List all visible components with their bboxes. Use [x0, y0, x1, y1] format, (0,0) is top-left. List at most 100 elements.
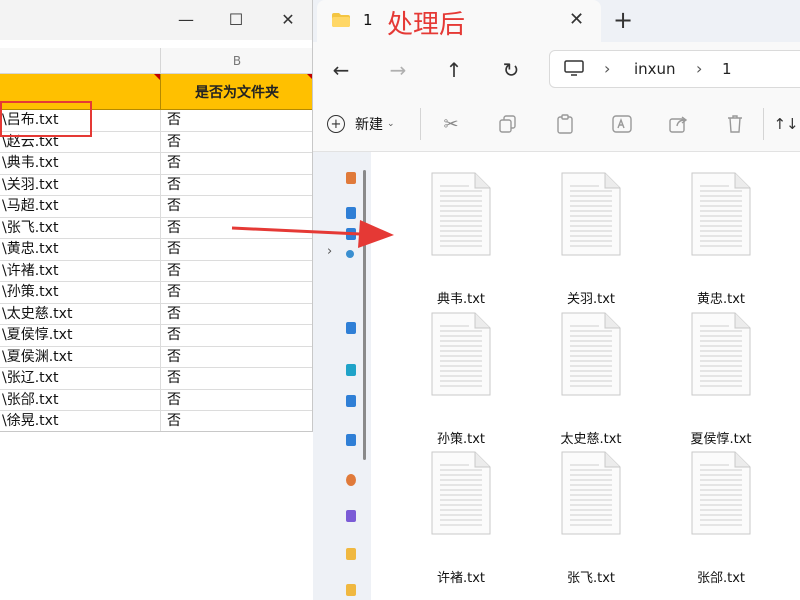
- arrow-right-icon: →: [389, 58, 407, 82]
- sidebar-item-icon[interactable]: [346, 172, 356, 184]
- back-button[interactable]: ←: [327, 56, 355, 84]
- overlay-title: 处理后: [387, 10, 466, 40]
- computer-icon: [564, 60, 584, 76]
- cell-is-folder[interactable]: 否: [160, 260, 312, 281]
- file-item[interactable]: 关羽.txt: [531, 164, 651, 307]
- navigation-bar: ← → ↑ ↻ › inxun › 1: [313, 42, 800, 96]
- cell-path[interactable]: \关羽.txt: [0, 175, 160, 196]
- sidebar-item-icon[interactable]: [346, 250, 354, 258]
- maximize-button[interactable]: ☐: [218, 4, 254, 34]
- cell-path[interactable]: \马超.txt: [0, 196, 160, 217]
- rename-button[interactable]: [610, 112, 634, 136]
- copy-button[interactable]: [496, 112, 520, 136]
- file-item[interactable]: 孙策.txt: [401, 304, 521, 447]
- text-file-icon: [691, 172, 751, 256]
- maximize-icon: ☐: [228, 9, 244, 29]
- cell-is-folder[interactable]: 否: [160, 368, 312, 389]
- sidebar-item-icon[interactable]: [346, 548, 356, 560]
- clipboard-icon: [557, 114, 573, 134]
- close-button[interactable]: ✕: [270, 4, 306, 34]
- cell-path[interactable]: \典韦.txt: [0, 153, 160, 174]
- text-file-icon: [691, 312, 751, 396]
- file-item[interactable]: 张飞.txt: [531, 443, 651, 586]
- cell-path[interactable]: \张辽.txt: [0, 368, 160, 389]
- cell-is-folder[interactable]: 否: [160, 153, 312, 174]
- file-item[interactable]: 张郃.txt: [661, 443, 781, 586]
- address-bar[interactable]: › inxun › 1: [549, 50, 800, 88]
- chevron-right-icon: ›: [604, 59, 611, 78]
- file-item[interactable]: 典韦.txt: [401, 164, 521, 307]
- cell-path[interactable]: \徐晃.txt: [0, 411, 160, 431]
- new-button[interactable]: + 新建 ⌄: [327, 110, 395, 138]
- cell-path[interactable]: \张郃.txt: [0, 390, 160, 411]
- new-label: 新建: [355, 117, 383, 133]
- sidebar-item-icon[interactable]: [346, 584, 356, 596]
- table-body: \吕布.txt 否 \赵云.txt 否 \典韦.txt 否 \关羽.txt 否 \马超.txt 否…: [0, 110, 312, 431]
- table-row: \太史慈.txt 否: [0, 303, 312, 325]
- rename-icon: [612, 115, 632, 133]
- refresh-icon: ↻: [502, 58, 520, 82]
- minimize-button[interactable]: —: [168, 4, 204, 34]
- table-row: \关羽.txt 否: [0, 174, 312, 196]
- table-row: \孙策.txt 否: [0, 282, 312, 304]
- file-item[interactable]: 黄忠.txt: [661, 164, 781, 307]
- cell-path[interactable]: \孙策.txt: [0, 282, 160, 303]
- cell-is-folder[interactable]: 否: [160, 110, 312, 131]
- cell-path[interactable]: \夏侯惇.txt: [0, 325, 160, 346]
- cell-path[interactable]: \黄忠.txt: [0, 239, 160, 260]
- table-row: \张辽.txt 否: [0, 368, 312, 390]
- sidebar-item-icon[interactable]: [346, 510, 356, 522]
- sidebar-item-icon[interactable]: [346, 434, 356, 446]
- cell-is-folder[interactable]: 否: [160, 346, 312, 367]
- close-icon: ✕: [281, 9, 295, 29]
- arrow-left-icon: ←: [332, 58, 350, 82]
- delete-button[interactable]: [723, 112, 747, 136]
- file-item[interactable]: 许褚.txt: [401, 443, 521, 586]
- explorer-window: 1 ✕ + ← → ↑ ↻ › inxun › 1 + 新建 ⌄ ✂ ↑↓ › …: [313, 0, 800, 600]
- cut-button[interactable]: ✂: [439, 112, 463, 136]
- cell-path[interactable]: \夏侯渊.txt: [0, 347, 160, 368]
- column-b-header[interactable]: B: [160, 48, 312, 74]
- file-name: 许褚.txt: [436, 571, 486, 586]
- cell-is-folder[interactable]: 否: [160, 174, 312, 195]
- sort-icon: ↑↓: [773, 115, 799, 133]
- cell-is-folder[interactable]: 否: [160, 389, 312, 410]
- divider: [420, 108, 421, 140]
- share-button[interactable]: [667, 112, 691, 136]
- cell-is-folder[interactable]: 否: [160, 325, 312, 346]
- cell-is-folder[interactable]: 否: [160, 131, 312, 152]
- cell-is-folder[interactable]: 否: [160, 282, 312, 303]
- sidebar-item-icon[interactable]: [346, 364, 356, 376]
- sort-button[interactable]: ↑↓: [773, 112, 799, 136]
- arrow-right-icon: [231, 220, 394, 248]
- minimize-icon: —: [178, 9, 194, 29]
- cell-path[interactable]: \张飞.txt: [0, 218, 160, 239]
- text-file-icon: [561, 172, 621, 256]
- up-button[interactable]: ↑: [440, 56, 468, 84]
- divider: [763, 108, 764, 140]
- trash-icon: [728, 115, 742, 133]
- tab-close-icon[interactable]: ✕: [569, 9, 584, 30]
- file-name: 张郃.txt: [696, 571, 746, 586]
- cell-is-folder[interactable]: 否: [160, 411, 312, 431]
- column-header-bar: B: [0, 48, 312, 74]
- file-item[interactable]: 太史慈.txt: [531, 304, 651, 447]
- refresh-button[interactable]: ↻: [497, 56, 525, 84]
- cell-path[interactable]: \太史慈.txt: [0, 304, 160, 325]
- sidebar-item-icon[interactable]: [346, 474, 356, 486]
- text-file-icon: [691, 451, 751, 535]
- file-item[interactable]: 夏侯惇.txt: [661, 304, 781, 447]
- forward-button[interactable]: →: [384, 56, 412, 84]
- cell-path[interactable]: \许褚.txt: [0, 261, 160, 282]
- table-row: \张郃.txt 否: [0, 389, 312, 411]
- arrow-up-icon: ↑: [445, 58, 463, 82]
- sidebar-item-icon[interactable]: [346, 322, 356, 334]
- table-row: \许褚.txt 否: [0, 260, 312, 282]
- breadcrumb-1[interactable]: 1: [722, 60, 732, 78]
- paste-button[interactable]: [553, 112, 577, 136]
- new-tab-button[interactable]: +: [613, 6, 633, 34]
- header-cell-is-folder[interactable]: 是否为文件夹: [160, 74, 312, 110]
- breadcrumb-inxun[interactable]: inxun: [634, 60, 676, 78]
- cell-is-folder[interactable]: 否: [160, 303, 312, 324]
- sidebar-item-icon[interactable]: [346, 395, 356, 407]
